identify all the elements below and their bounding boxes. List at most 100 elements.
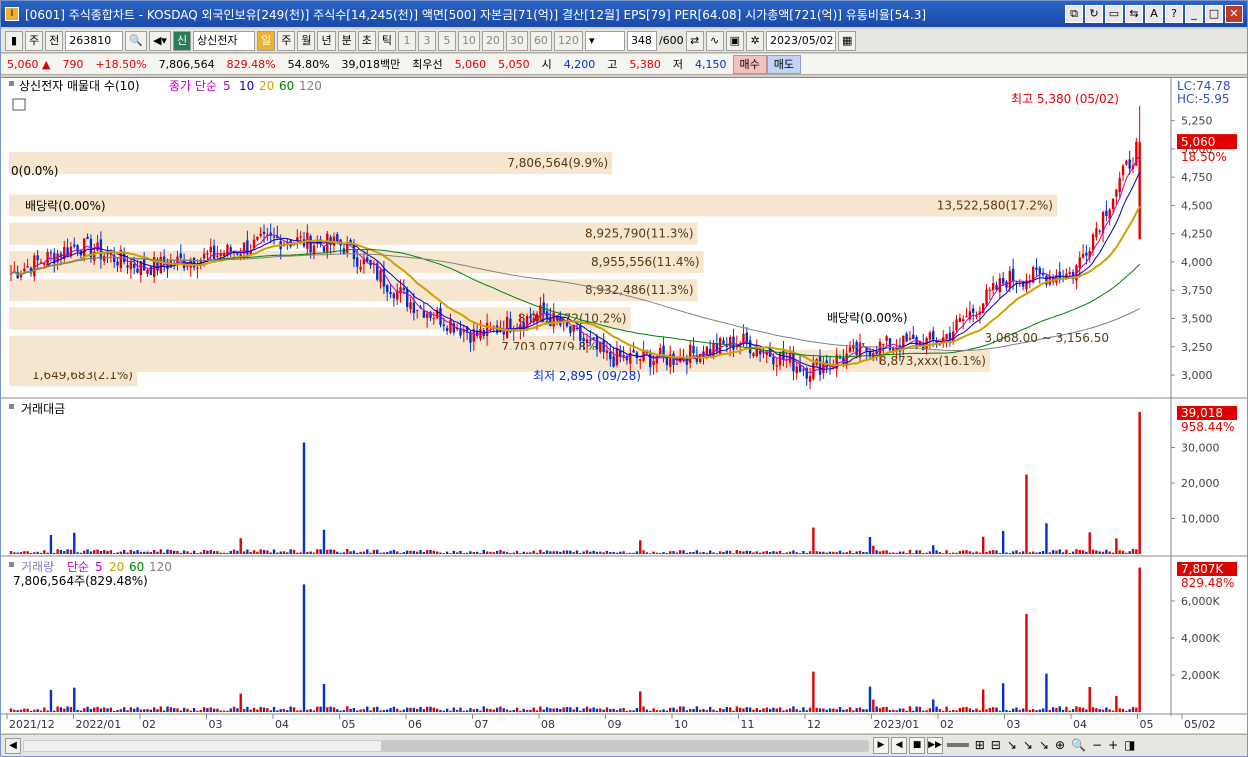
swap-button[interactable]: ⇆ (1125, 5, 1143, 23)
play-button[interactable]: ▶ (873, 737, 889, 754)
gear-icon[interactable]: ✲ (746, 30, 765, 51)
scroll-thumb[interactable] (381, 741, 869, 751)
help-button[interactable]: ? (1165, 5, 1183, 23)
amount-bar (103, 550, 106, 554)
arrow-tool-icon[interactable]: ↘ (1022, 738, 1034, 752)
amount-bar (642, 550, 645, 554)
chart-area[interactable]: 1,649,683(2.1%) 7,703,077(9.8%) 8,042,672(… (1, 77, 1247, 733)
minimize-button[interactable]: _ (1185, 5, 1203, 23)
count-input[interactable]: 348 (626, 30, 657, 51)
amount-bar (988, 550, 992, 554)
chart-type-icon[interactable]: ▮ (5, 30, 23, 51)
amount-bar (192, 550, 196, 554)
back-button[interactable]: ◀ (891, 737, 907, 754)
interval-day[interactable]: 일 (257, 30, 276, 51)
interval-second[interactable]: 초 (357, 30, 376, 51)
volume-bar (252, 707, 256, 712)
volume-bar (452, 707, 456, 712)
amount-value: 39,018백만 (341, 58, 401, 71)
period-select[interactable]: 주 (25, 30, 44, 51)
volume-bar (1125, 710, 1128, 712)
search-icon[interactable]: 🔍 (125, 30, 147, 51)
amount-bar (432, 550, 436, 554)
interval-week[interactable]: 주 (277, 30, 296, 51)
candle-body (129, 262, 133, 270)
minute-10[interactable]: 10 (457, 30, 480, 51)
amount-bar (442, 553, 446, 554)
zoom-search-icon[interactable]: 🔍 (1070, 738, 1087, 752)
volume-bar (336, 709, 339, 712)
speaker-icon[interactable]: ◀▾ (148, 30, 171, 51)
save-icon[interactable]: ▣ (725, 30, 745, 51)
candle-body (442, 324, 446, 326)
compare-icon[interactable]: ∿ (705, 30, 724, 51)
horizontal-scrollbar[interactable] (23, 740, 869, 752)
angle-tool-icon[interactable]: ↘ (1038, 738, 1050, 752)
amount-bar (212, 551, 216, 554)
volume-bar (529, 709, 532, 712)
interval-year[interactable]: 년 (317, 30, 336, 51)
high-value: 5,380 (629, 57, 661, 71)
candle-body (722, 340, 725, 344)
interval-tick[interactable]: 틱 (377, 30, 396, 51)
volume-bar (885, 706, 888, 712)
interval-minute[interactable]: 분 (337, 30, 356, 51)
change-value: 790 (62, 57, 84, 71)
minute-3[interactable]: 3 (417, 30, 436, 51)
link-window-button[interactable]: ⧉ (1065, 5, 1083, 23)
amount-bar (735, 550, 739, 554)
volume-bar (1011, 708, 1015, 712)
minute-120[interactable]: 120 (553, 30, 583, 51)
line-tool-icon[interactable]: ═══ (946, 738, 970, 752)
amount-bar (755, 551, 758, 554)
fib-tool-icon[interactable]: ⊞ (974, 738, 986, 752)
ray-tool-icon[interactable]: ↘ (1006, 738, 1018, 752)
font-button[interactable]: A (1145, 5, 1163, 23)
chart-svg[interactable]: 1,649,683(2.1%)7,703,077(9.8%)8,042,672(… (1, 78, 1247, 734)
zoom-out-button[interactable]: − (1091, 738, 1103, 752)
volume-bar (1088, 686, 1091, 712)
maximize-button[interactable]: □ (1205, 5, 1223, 23)
volume-bar (376, 706, 379, 712)
date-input[interactable]: 2023/05/02 (766, 30, 837, 51)
screen-button[interactable]: ▭ (1105, 5, 1123, 23)
minute-60[interactable]: 60 (529, 30, 552, 51)
candle-body (725, 345, 729, 347)
interval-month[interactable]: 월 (297, 30, 316, 51)
zoom-in-button[interactable]: + (1107, 738, 1119, 752)
volume-bar (725, 707, 729, 712)
candle-body (485, 322, 489, 336)
amount-bar (1041, 551, 1045, 554)
grid-tool-icon[interactable]: ⊟ (990, 738, 1002, 752)
volume-bar (988, 707, 992, 712)
cross-tool-icon[interactable]: ⊕ (1054, 738, 1066, 752)
fit-screen-icon[interactable]: ◨ (1123, 738, 1136, 752)
volume-bar (905, 710, 908, 712)
amount-bar (991, 550, 995, 554)
stop-button[interactable]: ■ (909, 737, 925, 754)
candle-body (549, 317, 552, 327)
prev-button[interactable]: 전 (45, 30, 64, 51)
volume-bar (698, 709, 702, 712)
scroll-left-button[interactable]: ◀ (5, 738, 21, 754)
calendar-icon[interactable]: ▦ (838, 30, 857, 51)
minute-20[interactable]: 20 (481, 30, 504, 51)
fast-forward-button[interactable]: ▶▶ (927, 737, 943, 754)
amount-bar (682, 550, 685, 554)
buy-button[interactable]: 매수 (732, 54, 767, 74)
minute-30[interactable]: 30 (505, 30, 528, 51)
refresh-button[interactable]: ↻ (1085, 5, 1103, 23)
x-tick-label: 04 (275, 718, 289, 731)
minute-5[interactable]: 5 (437, 30, 456, 51)
amount-bar (795, 552, 798, 554)
close-button[interactable]: ✕ (1225, 5, 1243, 23)
code-input[interactable]: 263810 (65, 30, 124, 51)
amount-bar (455, 552, 459, 554)
stock-name-field[interactable]: 상신전자 (193, 30, 256, 51)
custom-interval-input[interactable]: ▾ (584, 30, 625, 51)
indicator-icon[interactable]: ⇄ (685, 30, 704, 51)
minute-1[interactable]: 1 (397, 30, 416, 51)
sell-button[interactable]: 매도 (766, 54, 802, 74)
volume-bar (139, 709, 143, 712)
candle-body (955, 319, 958, 331)
